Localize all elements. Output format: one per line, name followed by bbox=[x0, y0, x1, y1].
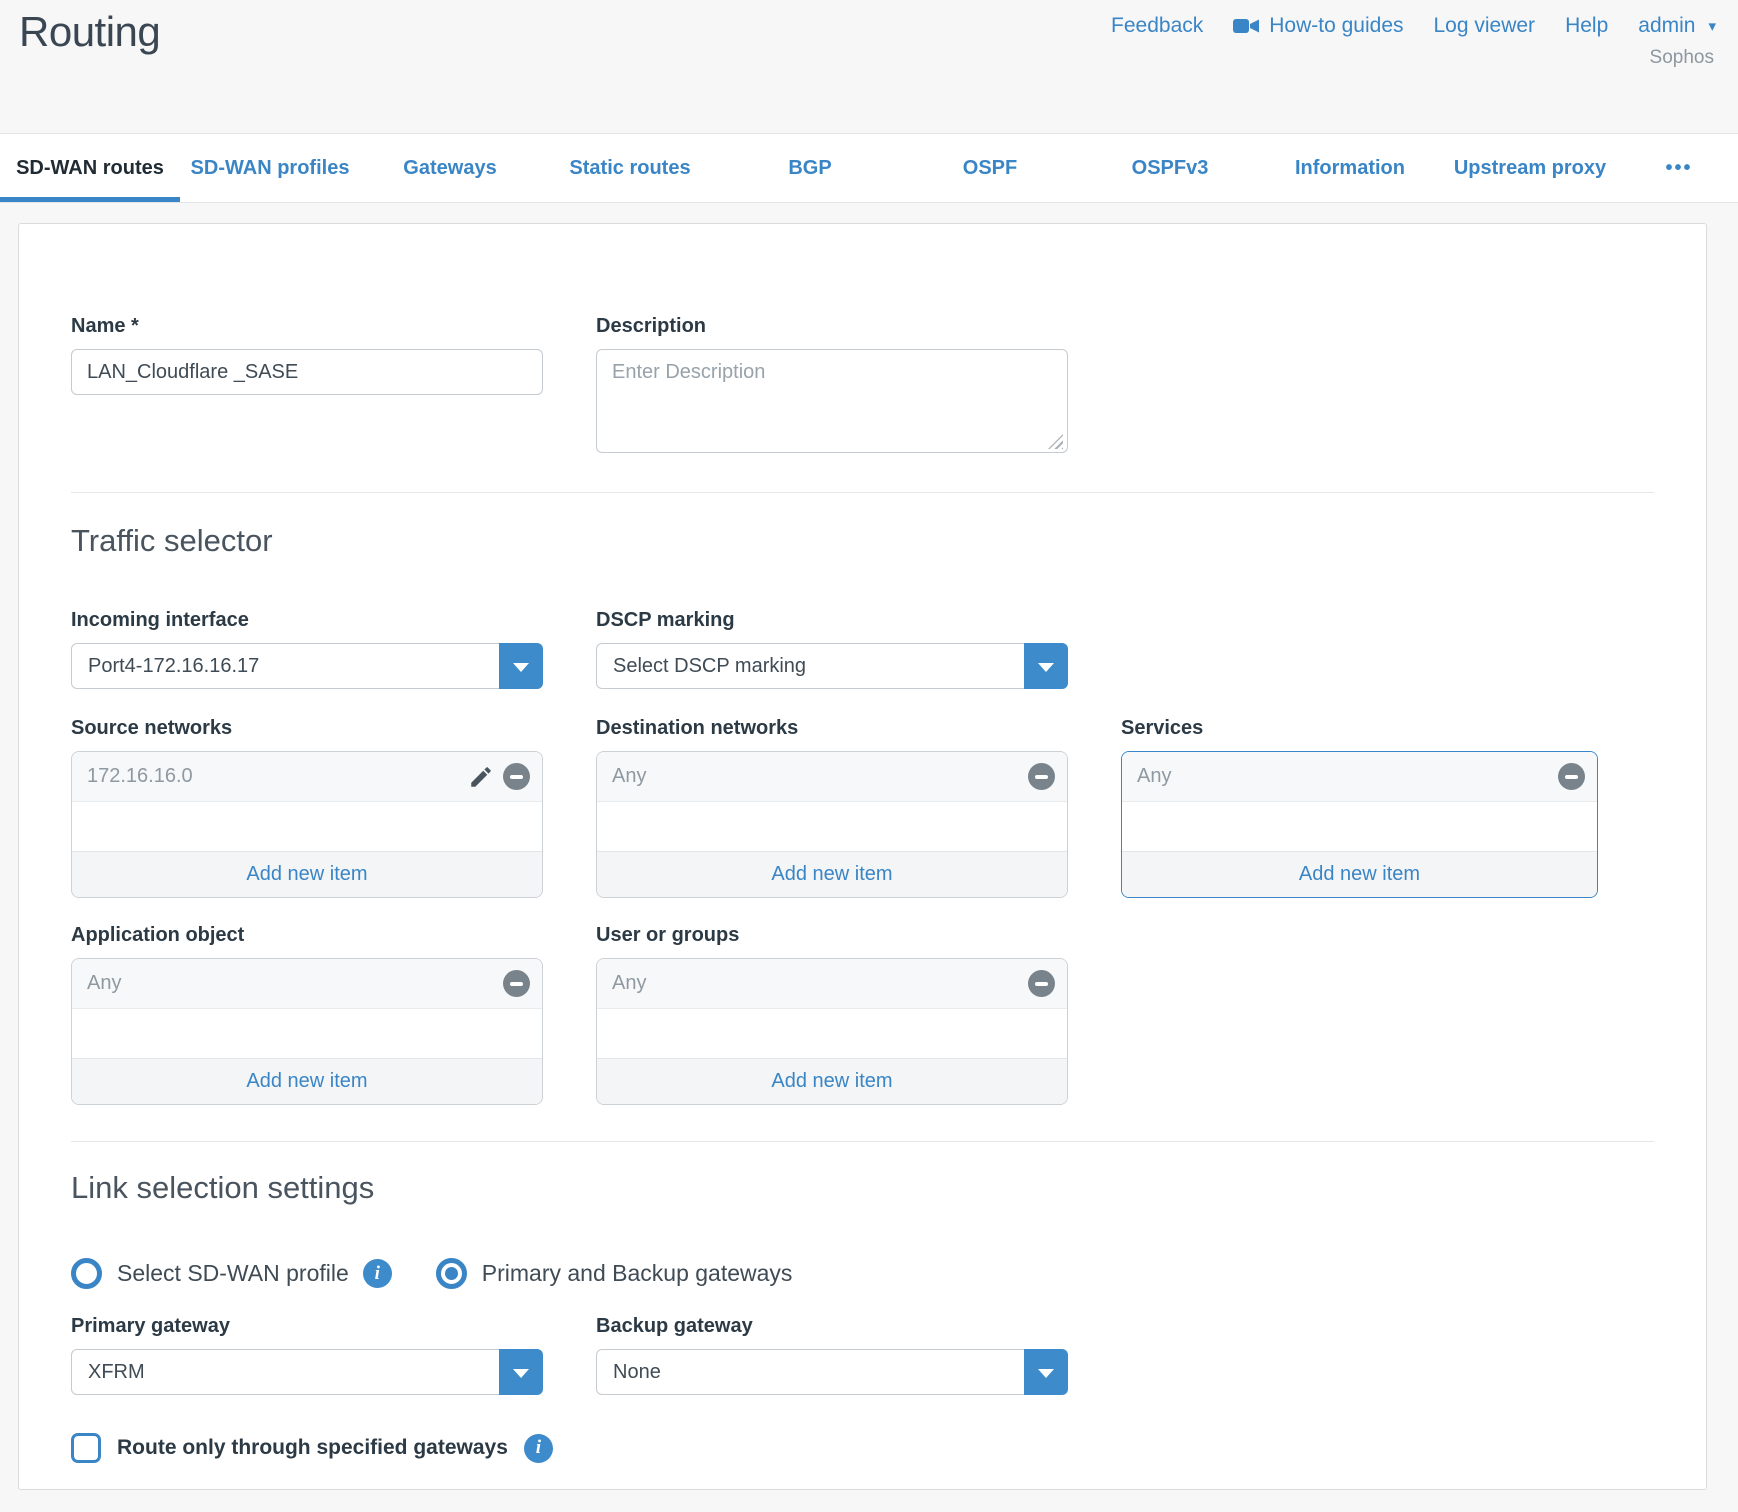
section-divider bbox=[71, 492, 1654, 493]
remove-item-icon[interactable] bbox=[503, 970, 530, 997]
name-input[interactable] bbox=[71, 349, 543, 395]
list-item: 172.16.16.0 bbox=[72, 752, 542, 802]
traffic-selector-heading: Traffic selector bbox=[71, 523, 1654, 559]
list-item: Any bbox=[597, 959, 1067, 1009]
radio-select-sdwan-profile[interactable]: Select SD-WAN profile i bbox=[71, 1258, 392, 1289]
feedback-link[interactable]: Feedback bbox=[1111, 14, 1203, 38]
destination-networks-listbox: Any Add new item bbox=[596, 751, 1068, 898]
add-new-item-button[interactable]: Add new item bbox=[72, 851, 542, 897]
info-icon[interactable]: i bbox=[524, 1434, 553, 1463]
routing-tabbar: SD-WAN routes SD-WAN profiles Gateways S… bbox=[0, 133, 1738, 203]
user-or-groups-listbox: Any Add new item bbox=[596, 958, 1068, 1105]
tab-ospf[interactable]: OSPF bbox=[900, 134, 1080, 202]
description-textarea[interactable] bbox=[596, 349, 1068, 453]
listbox-empty-area bbox=[72, 802, 542, 851]
radio-icon[interactable] bbox=[71, 1258, 102, 1289]
log-viewer-link[interactable]: Log viewer bbox=[1434, 14, 1536, 38]
listbox-empty-area bbox=[72, 1009, 542, 1058]
page-title: Routing bbox=[19, 8, 160, 56]
description-label: Description bbox=[596, 315, 1068, 338]
incoming-interface-label: Incoming interface bbox=[71, 609, 543, 632]
tab-static-routes[interactable]: Static routes bbox=[540, 134, 720, 202]
listbox-empty-area bbox=[597, 1009, 1067, 1058]
listbox-empty-area bbox=[597, 802, 1067, 851]
info-icon[interactable]: i bbox=[363, 1259, 392, 1288]
list-item: Any bbox=[72, 959, 542, 1009]
tab-information[interactable]: Information bbox=[1260, 134, 1440, 202]
tab-sdwan-routes[interactable]: SD-WAN routes bbox=[0, 134, 180, 202]
dscp-marking-select[interactable]: Select DSCP marking bbox=[596, 643, 1068, 689]
route-only-checkbox-label: Route only through specified gateways bbox=[117, 1436, 508, 1460]
backup-gateway-select[interactable]: None bbox=[596, 1349, 1068, 1395]
primary-gateway-select[interactable]: XFRM bbox=[71, 1349, 543, 1395]
source-networks-label: Source networks bbox=[71, 717, 543, 740]
add-new-item-button[interactable]: Add new item bbox=[597, 1058, 1067, 1104]
remove-item-icon[interactable] bbox=[503, 763, 530, 790]
backup-gateway-label: Backup gateway bbox=[596, 1315, 1068, 1338]
services-listbox: Any Add new item bbox=[1121, 751, 1598, 898]
dscp-marking-label: DSCP marking bbox=[596, 609, 1068, 632]
video-camera-icon bbox=[1233, 17, 1260, 35]
remove-item-icon[interactable] bbox=[1028, 970, 1055, 997]
dropdown-arrow-button[interactable] bbox=[499, 643, 543, 689]
tab-upstream-proxy[interactable]: Upstream proxy bbox=[1440, 134, 1620, 202]
listbox-empty-area bbox=[1122, 802, 1597, 851]
section-divider bbox=[71, 1141, 1654, 1142]
tab-gateways[interactable]: Gateways bbox=[360, 134, 540, 202]
help-link[interactable]: Help bbox=[1565, 14, 1608, 38]
tab-bgp[interactable]: BGP bbox=[720, 134, 900, 202]
services-label: Services bbox=[1121, 717, 1598, 740]
page-header: Routing Feedback How-to guides Log viewe… bbox=[0, 0, 1738, 133]
chevron-down-icon: ▾ bbox=[1708, 17, 1716, 35]
header-links: Feedback How-to guides Log viewer Help a… bbox=[1111, 14, 1716, 38]
name-label: Name * bbox=[71, 315, 543, 338]
link-selection-heading: Link selection settings bbox=[71, 1170, 1654, 1206]
add-new-item-button[interactable]: Add new item bbox=[72, 1058, 542, 1104]
user-or-groups-label: User or groups bbox=[596, 924, 1068, 947]
edit-icon[interactable] bbox=[468, 764, 494, 790]
list-item: Any bbox=[1122, 752, 1597, 802]
primary-gateway-label: Primary gateway bbox=[71, 1315, 543, 1338]
dropdown-arrow-button[interactable] bbox=[1024, 643, 1068, 689]
route-only-checkbox[interactable] bbox=[71, 1433, 101, 1463]
remove-item-icon[interactable] bbox=[1558, 763, 1585, 790]
radio-checked-icon[interactable] bbox=[436, 1258, 467, 1289]
source-networks-listbox: 172.16.16.0 Add new item bbox=[71, 751, 543, 898]
more-tabs-button[interactable]: ••• bbox=[1620, 134, 1738, 202]
radio-primary-backup-gateways[interactable]: Primary and Backup gateways bbox=[436, 1258, 793, 1289]
howto-guides-link[interactable]: How-to guides bbox=[1233, 14, 1403, 38]
application-object-listbox: Any Add new item bbox=[71, 958, 543, 1105]
admin-menu[interactable]: admin ▾ bbox=[1638, 14, 1716, 38]
list-item: Any bbox=[597, 752, 1067, 802]
remove-item-icon[interactable] bbox=[1028, 763, 1055, 790]
brand-label: Sophos bbox=[1650, 47, 1714, 69]
application-object-label: Application object bbox=[71, 924, 543, 947]
add-new-item-button[interactable]: Add new item bbox=[597, 851, 1067, 897]
destination-networks-label: Destination networks bbox=[596, 717, 1068, 740]
sdwan-route-form-card: Name * Description Traffic selector Inco… bbox=[18, 223, 1707, 1490]
dropdown-arrow-button[interactable] bbox=[499, 1349, 543, 1395]
add-new-item-button[interactable]: Add new item bbox=[1122, 851, 1597, 897]
tab-sdwan-profiles[interactable]: SD-WAN profiles bbox=[180, 134, 360, 202]
incoming-interface-select[interactable]: Port4-172.16.16.17 bbox=[71, 643, 543, 689]
tab-ospfv3[interactable]: OSPFv3 bbox=[1080, 134, 1260, 202]
dropdown-arrow-button[interactable] bbox=[1024, 1349, 1068, 1395]
